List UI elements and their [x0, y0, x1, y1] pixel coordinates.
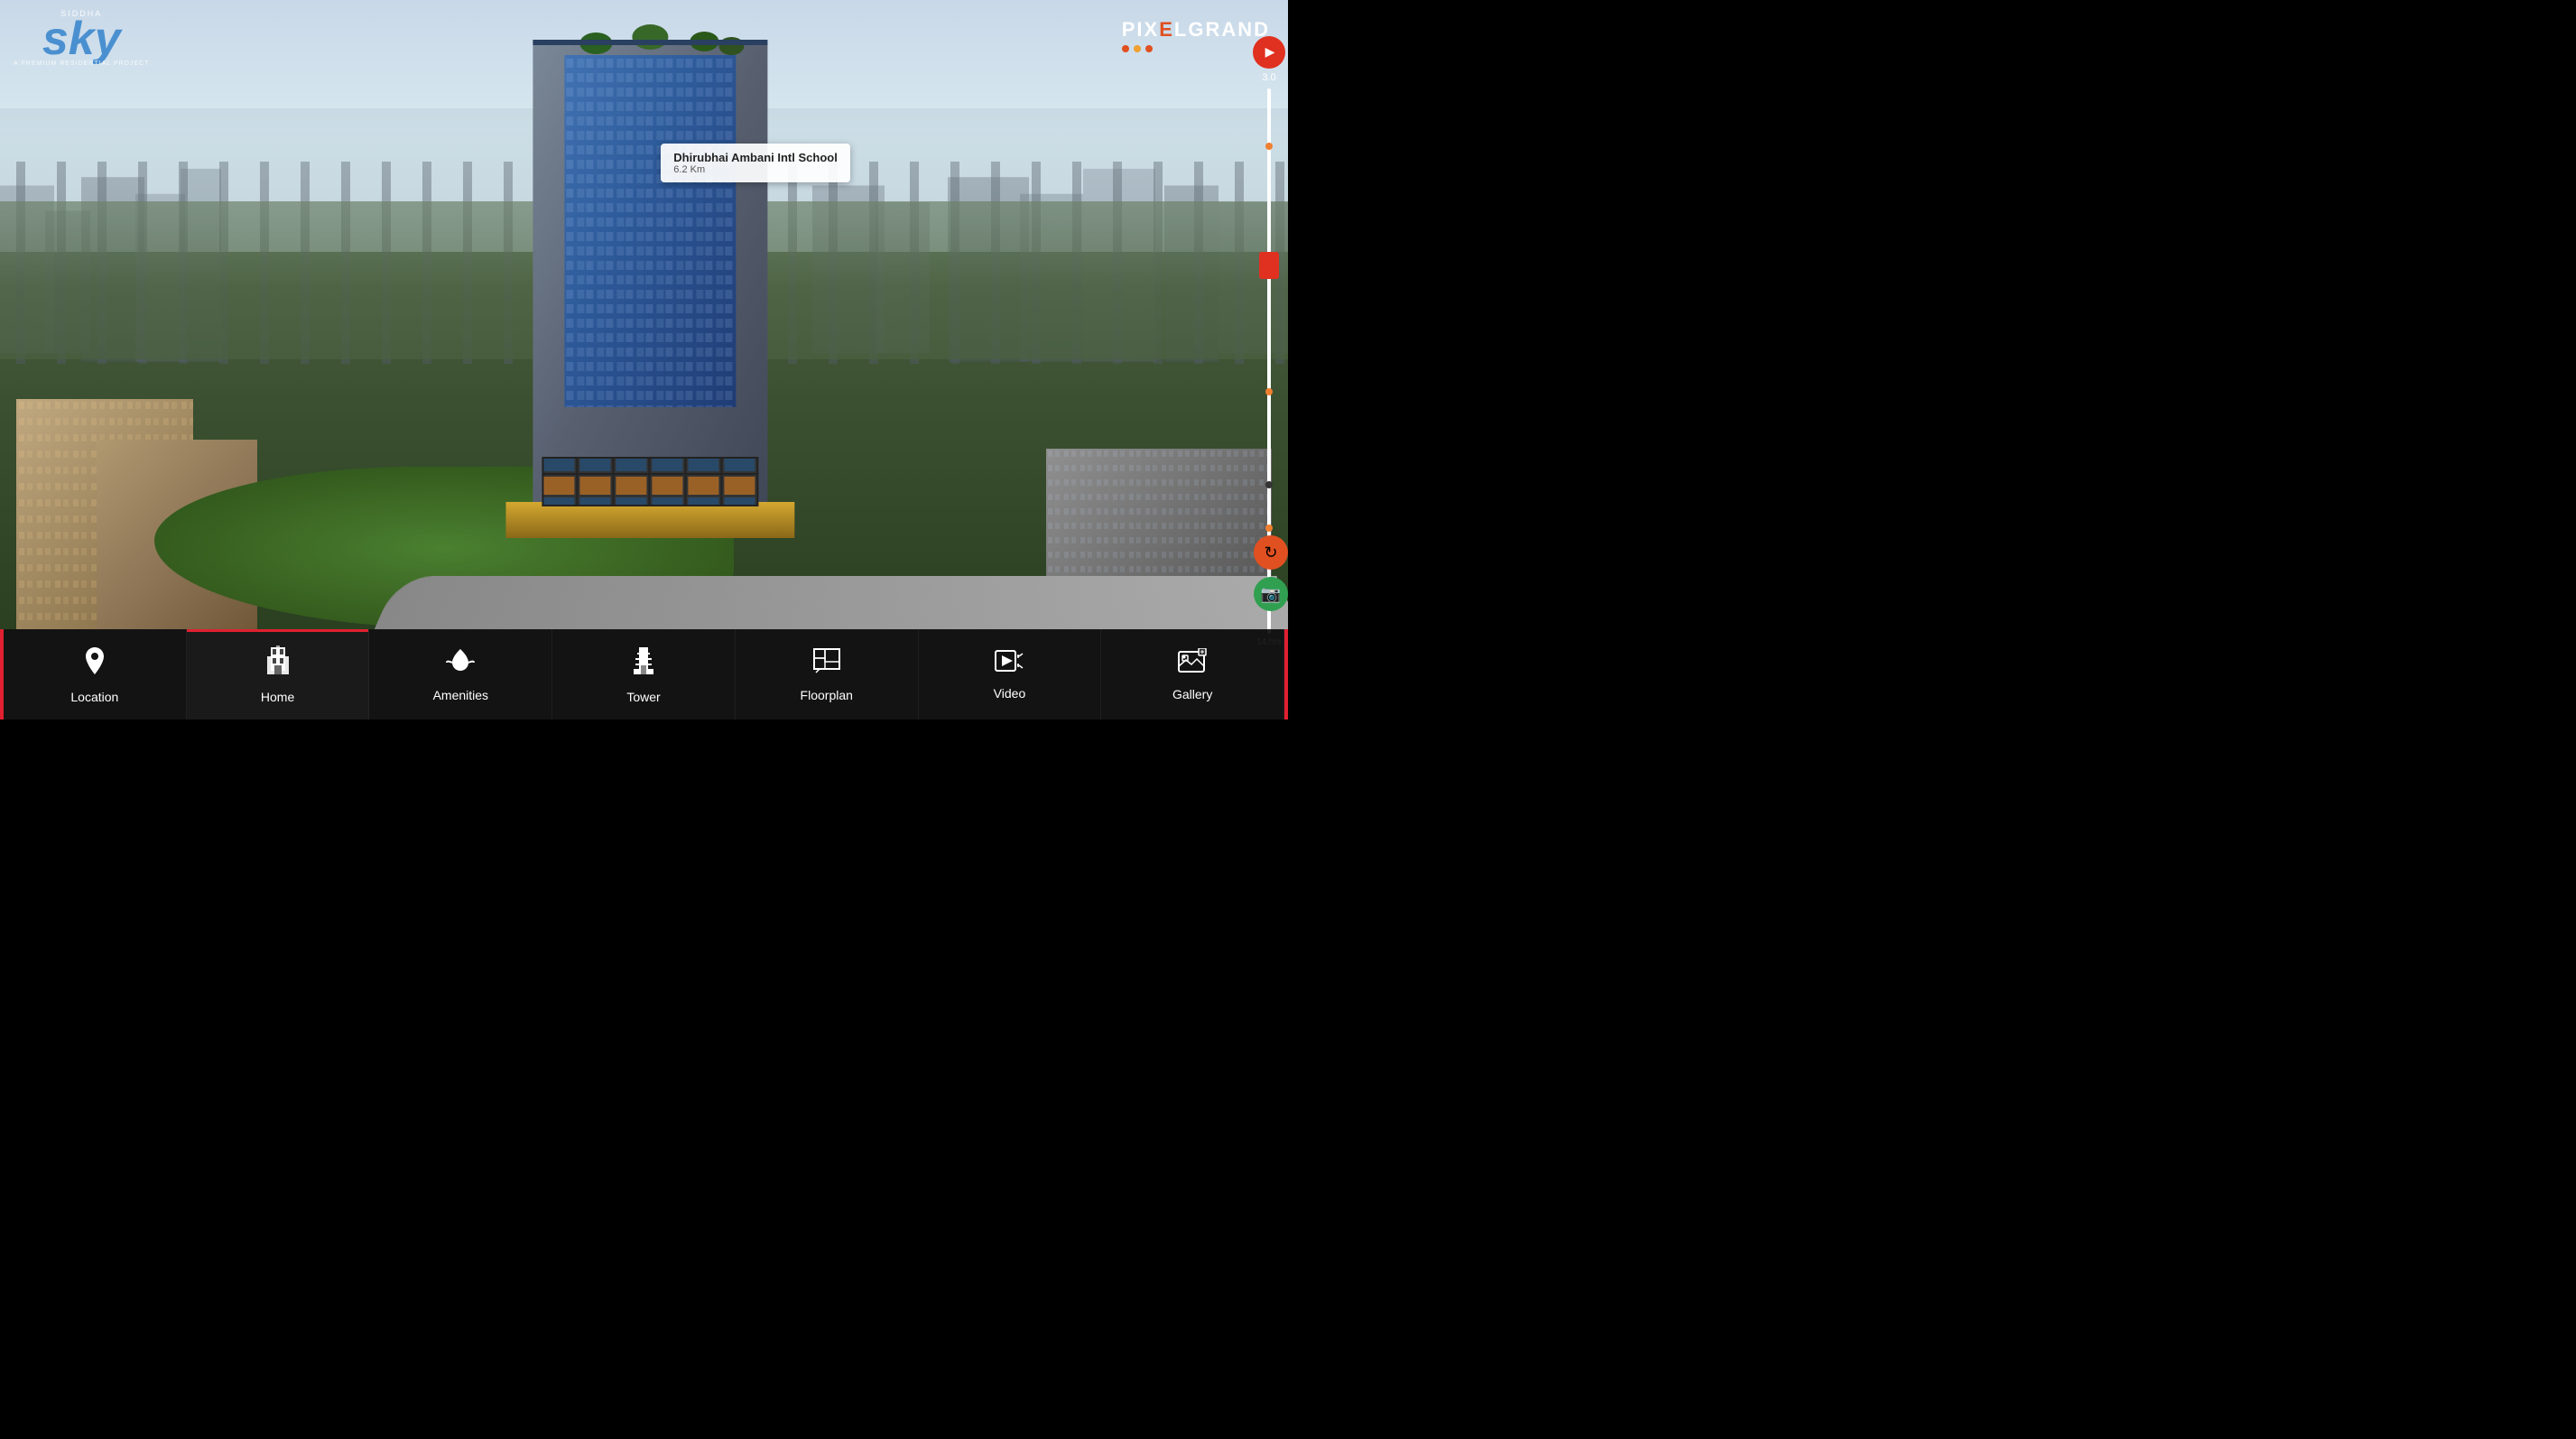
nav-item-tower[interactable]: Tower [552, 629, 736, 720]
logo: SIDDHA sky A PREMIUM RESIDENTIAL PROJECT [14, 9, 149, 67]
nav-item-floorplan[interactable]: Floorplan [736, 629, 919, 720]
video-icon [994, 649, 1024, 679]
nav-label-tower: Tower [626, 690, 660, 704]
home-icon [264, 645, 292, 682]
location-tooltip: Dhirubhai Ambani Intl School 6.2 Km [661, 144, 850, 182]
slider-dot-mid [1265, 388, 1273, 395]
main-tower [505, 14, 794, 538]
logo-tagline: A PREMIUM RESIDENTIAL PROJECT [14, 60, 149, 67]
logo-main: sky [42, 18, 121, 60]
right-action-icons: ↻ 📷 [1254, 535, 1288, 611]
slider-dot-dark [1265, 481, 1273, 488]
slider-dot-bottom [1265, 525, 1273, 532]
nav-label-amenities: Amenities [433, 688, 488, 702]
floorplan-icon [812, 647, 841, 681]
tooltip-title: Dhirubhai Ambani Intl School [673, 151, 838, 164]
location-icon [81, 645, 108, 682]
camera-icon: 📷 [1261, 585, 1281, 604]
brand-dots [1122, 45, 1270, 52]
nav-item-location[interactable]: Location [4, 629, 187, 720]
camera-button[interactable]: 📷 [1254, 577, 1288, 611]
slider-thumb[interactable] [1259, 252, 1279, 279]
logo-brand-name: SIDDHA [60, 9, 102, 18]
nav-label-home: Home [261, 690, 294, 704]
refresh-button[interactable]: ↻ [1254, 535, 1288, 570]
nav-item-home[interactable]: Home [187, 629, 370, 720]
brand-dot-2 [1134, 45, 1141, 52]
nav-border-right [1284, 629, 1288, 720]
amenities-icon [445, 647, 476, 681]
tower-nav-icon [632, 645, 655, 682]
tower-svg [505, 14, 794, 538]
nav-label-gallery: Gallery [1172, 687, 1212, 701]
active-indicator-home [187, 629, 369, 632]
brand-name: PIXELGRAND [1122, 18, 1270, 42]
nav-item-amenities[interactable]: Amenities [369, 629, 552, 720]
nav-label-video: Video [994, 686, 1026, 701]
brand-dot-1 [1122, 45, 1129, 52]
scene: SIDDHA sky A PREMIUM RESIDENTIAL PROJECT… [0, 0, 1288, 720]
bottom-navigation: Location Home [0, 629, 1288, 720]
nav-item-video[interactable]: Video [919, 629, 1102, 720]
brand-dot-3 [1145, 45, 1153, 52]
nav-label-location: Location [70, 690, 118, 704]
brand-logo: PIXELGRAND [1122, 18, 1270, 52]
nav-item-gallery[interactable]: Gallery [1101, 629, 1284, 720]
slider-dot-top [1265, 143, 1273, 150]
speed-label: 3.0 [1262, 72, 1275, 83]
nav-label-floorplan: Floorplan [801, 688, 853, 702]
tooltip-distance: 6.2 Km [673, 164, 838, 175]
refresh-icon: ↻ [1264, 543, 1277, 562]
gallery-icon [1177, 648, 1208, 680]
